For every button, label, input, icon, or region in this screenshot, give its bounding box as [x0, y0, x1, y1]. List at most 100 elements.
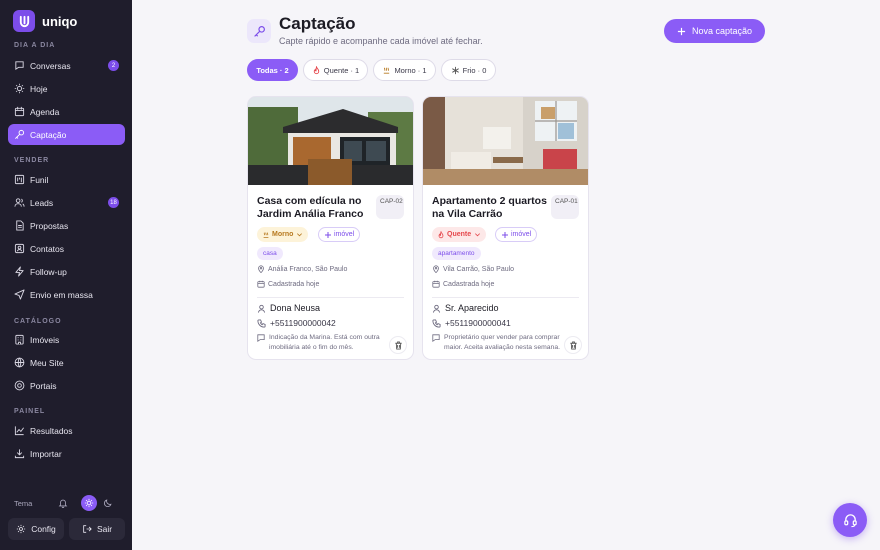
sidebar-item-label: Agenda — [30, 106, 60, 117]
sidebar-item-label: Conversas — [30, 60, 71, 71]
calendar-icon — [257, 280, 265, 288]
send-icon — [14, 289, 25, 300]
registered-date: Cadastrada hoje — [432, 280, 494, 288]
headset-icon — [843, 513, 857, 527]
snowflake-icon — [451, 66, 459, 74]
app-logo[interactable]: uniqo — [13, 10, 77, 32]
theme-auto-button[interactable] — [55, 495, 71, 511]
section-vender: VENDER — [14, 157, 50, 164]
add-imovel-button[interactable]: imóvel — [318, 227, 361, 242]
document-icon — [16, 220, 24, 231]
key-icon — [253, 25, 265, 37]
sidebar-item-label: Follow-up — [30, 266, 67, 277]
sidebar-item-label: Hoje — [30, 83, 48, 94]
owner-name: Dona Neusa — [270, 303, 321, 313]
chart-icon — [14, 426, 24, 436]
flame-icon — [313, 65, 319, 74]
sidebar-item-follow-up[interactable]: Follow-up — [8, 261, 125, 282]
sun-icon — [14, 83, 25, 94]
theme-dark-button[interactable] — [100, 495, 116, 511]
new-captacao-button[interactable]: Nova captação — [664, 19, 765, 43]
sidebar-item-label: Contatos — [30, 243, 65, 254]
app-name: uniqo — [42, 13, 78, 29]
location: Vila Carrão, São Paulo — [432, 265, 514, 273]
owner-name: Sr. Aparecido — [445, 303, 499, 313]
sidebar-item-importar[interactable]: Importar — [8, 443, 125, 464]
divider — [432, 297, 579, 298]
sidebar-item-envio-em-massa[interactable]: Envio em massa — [8, 284, 125, 305]
config-button[interactable]: Config — [8, 518, 64, 540]
location-text: Vila Carrão, São Paulo — [443, 265, 515, 273]
filter-label: Morno · 1 — [394, 65, 427, 75]
chat-icon — [15, 61, 24, 71]
note-text: Proprietário quer vender para comprar ma… — [444, 334, 560, 351]
page-subtitle: Capte rápido e acompanhe cada imóvel até… — [279, 36, 483, 46]
sidebar-item-meu-site[interactable]: Meu Site — [8, 352, 125, 373]
user-icon — [257, 304, 266, 313]
sidebar-item-label: Envio em massa — [30, 289, 93, 300]
sidebar-item-funil[interactable]: Funil — [8, 169, 125, 190]
owner: Dona Neusa — [257, 303, 320, 313]
filter-todas[interactable]: Todas · 2 — [247, 59, 298, 81]
section-dia-a-dia: DIA A DIA — [14, 42, 56, 49]
sidebar-item-conversas[interactable]: Conversas 2 — [8, 55, 125, 76]
filter-label: Frio · 0 — [462, 65, 487, 75]
sidebar-item-agenda[interactable]: Agenda — [8, 101, 125, 122]
support-button[interactable] — [833, 503, 867, 537]
conversas-badge: 2 — [108, 60, 119, 71]
delete-button[interactable] — [565, 337, 581, 353]
property-photo — [248, 97, 413, 185]
plus-icon — [502, 231, 508, 238]
filter-label: Todas · 2 — [256, 65, 289, 75]
property-tag: apartamento — [432, 247, 481, 260]
leads-badge: 18 — [108, 197, 119, 208]
warm-icon — [384, 67, 390, 74]
phone[interactable]: +5511900000041 — [432, 318, 511, 328]
captacao-card[interactable]: Apartamento 2 quartos na Vila Carrão CAP… — [422, 96, 589, 360]
section-painel: PAINEL — [14, 408, 46, 415]
sidebar-item-portais[interactable]: Portais — [8, 375, 125, 396]
sidebar-item-resultados[interactable]: Resultados — [8, 420, 125, 441]
plus-icon — [677, 27, 686, 35]
theme-light-button[interactable] — [81, 495, 97, 511]
filter-quente[interactable]: Quente · 1 — [303, 59, 368, 81]
divider — [257, 297, 404, 298]
sidebar-item-label: Importar — [30, 448, 62, 459]
sidebar-item-contatos[interactable]: Contatos — [8, 238, 125, 259]
sidebar-item-label: Captação — [30, 129, 67, 140]
logout-button[interactable]: Sair — [69, 518, 125, 540]
sidebar-item-hoje[interactable]: Hoje — [8, 78, 125, 99]
filter-frio[interactable]: Frio · 0 — [441, 59, 496, 81]
calendar-icon — [432, 280, 440, 288]
flame-icon — [438, 230, 444, 238]
comment-icon — [257, 334, 265, 342]
phone[interactable]: +5511900000042 — [257, 318, 336, 328]
moon-icon — [103, 499, 112, 508]
sidebar-item-imoveis[interactable]: Imóveis — [8, 329, 125, 350]
page-icon — [247, 19, 271, 43]
add-imovel-button[interactable]: imóvel — [495, 227, 538, 242]
portal-icon — [14, 380, 25, 391]
calendar-icon — [14, 106, 25, 117]
property-photo — [423, 97, 588, 185]
building-icon — [15, 334, 24, 345]
map-pin-icon — [433, 265, 439, 273]
filter-morno[interactable]: Morno · 1 — [373, 59, 436, 81]
sidebar-item-label: Leads — [30, 197, 54, 208]
note-text: Indicação da Marina. Está com outra imob… — [269, 334, 380, 351]
sidebar-item-captacao[interactable]: Captação — [8, 124, 125, 145]
temperature-select[interactable]: Quente — [432, 227, 487, 242]
sidebar-item-propostas[interactable]: Propostas — [8, 215, 125, 236]
sidebar-item-label: Meu Site — [30, 357, 64, 368]
section-catalogo: CATÁLOGO — [14, 318, 62, 325]
sidebar-item-leads[interactable]: Leads 18 — [8, 192, 125, 213]
filter-label: Quente · 1 — [323, 65, 360, 75]
temperature-select[interactable]: Morno — [257, 227, 309, 242]
delete-button[interactable] — [390, 337, 406, 353]
location: Anália Franco, São Paulo — [257, 265, 347, 273]
globe-icon — [14, 357, 25, 368]
sidebar-item-label: Resultados — [30, 425, 73, 436]
logout-label: Sair — [96, 524, 113, 534]
captacao-card[interactable]: Casa com edícula no Jardim Anália Franco… — [247, 96, 414, 360]
warm-icon — [263, 231, 269, 238]
